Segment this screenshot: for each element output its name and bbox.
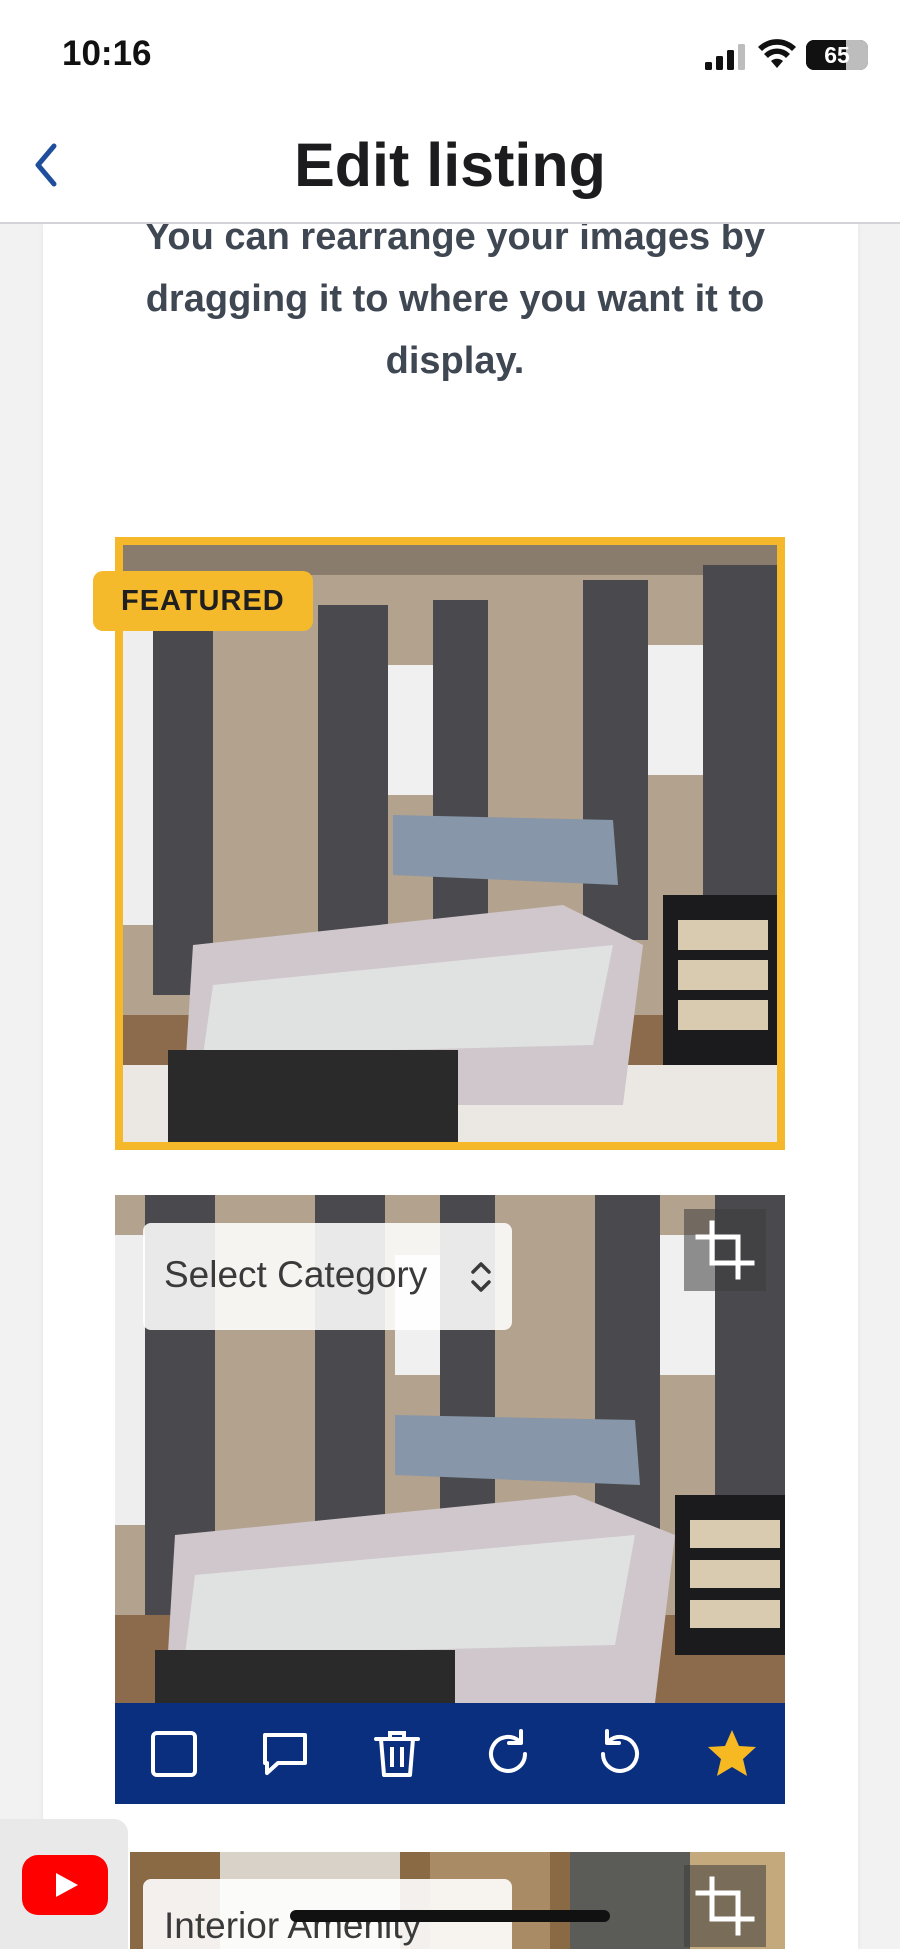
youtube-icon: [22, 1855, 108, 1915]
checkbox-icon[interactable]: [147, 1727, 201, 1781]
home-indicator[interactable]: [290, 1910, 610, 1922]
status-time: 10:16: [62, 34, 152, 73]
crop-icon: [695, 1876, 755, 1936]
category-select-label: Select Category: [164, 1254, 428, 1295]
crop-icon: [695, 1220, 755, 1280]
nav-header: Edit listing: [0, 108, 900, 224]
status-bar: 10:16 65: [0, 0, 900, 108]
instructions-text: You can rearrange your images by draggin…: [144, 216, 766, 382]
crop-button[interactable]: [684, 1865, 766, 1947]
comment-icon[interactable]: [258, 1727, 312, 1781]
battery-percentage: 65: [824, 42, 850, 68]
featured-photo[interactable]: [123, 545, 777, 1142]
trash-icon[interactable]: [370, 1727, 424, 1781]
chevron-up-down-icon: [471, 1262, 491, 1292]
youtube-pip-tab[interactable]: [0, 1819, 128, 1949]
photo-action-toolbar: [115, 1703, 785, 1804]
star-icon[interactable]: [705, 1727, 759, 1781]
bedroom-photo: [123, 545, 777, 1142]
crop-button[interactable]: [684, 1209, 766, 1291]
edit-listing-screen: 10:16 65 Edit listing You can rearrange …: [0, 0, 900, 1949]
rotate-clockwise-icon[interactable]: [481, 1727, 535, 1781]
battery-icon: 65: [806, 40, 868, 70]
category-select[interactable]: Select Category: [143, 1223, 512, 1330]
cellular-signal-icon: [705, 44, 745, 70]
featured-badge: FEATURED: [93, 571, 313, 631]
wifi-icon: [758, 39, 796, 68]
rotate-counterclockwise-icon[interactable]: [593, 1727, 647, 1781]
page-title: Edit listing: [294, 131, 606, 199]
